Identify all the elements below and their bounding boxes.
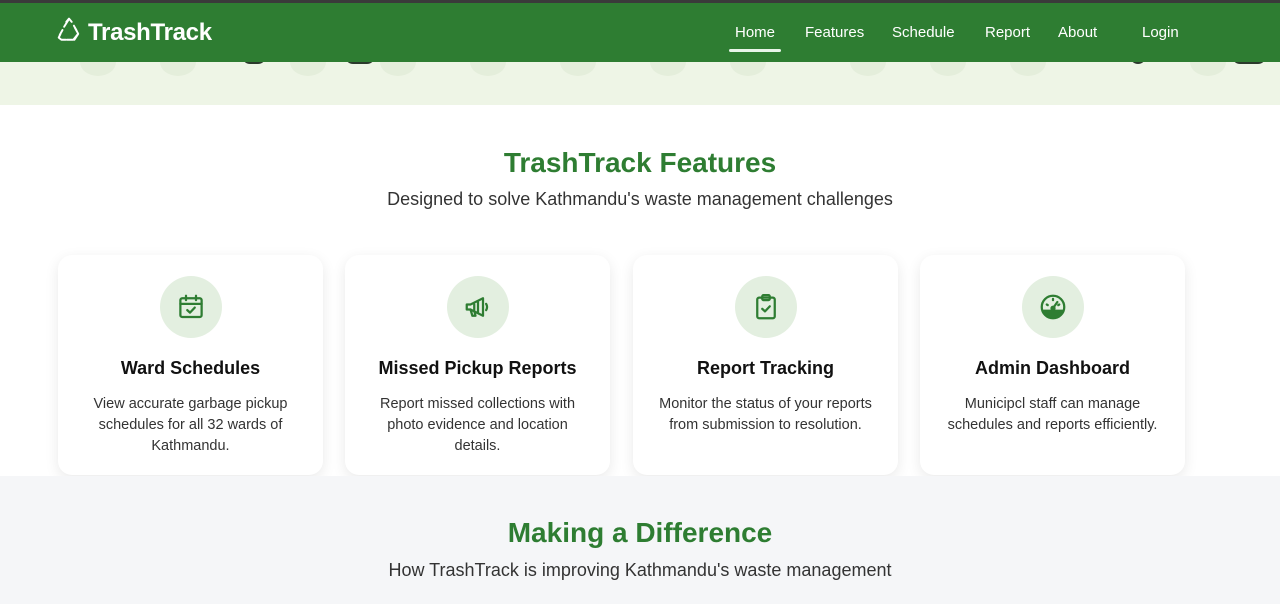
nav-report[interactable]: Report [985, 23, 1030, 43]
nav-features[interactable]: Features [805, 23, 864, 43]
difference-section: Making a Difference How TrashTrack is im… [0, 476, 1280, 604]
card-description: View accurate garbage pickup schedules f… [93, 396, 288, 454]
card-description: Municipcl staff can manage schedules and… [947, 396, 1158, 433]
feature-card-missed-pickup: Missed Pickup Reports Report missed coll… [345, 255, 610, 475]
gauge-icon [1022, 276, 1084, 338]
difference-title: Making a Difference [507, 517, 773, 548]
nav-about[interactable]: About [1058, 23, 1097, 43]
nav-home[interactable]: Home [728, 23, 782, 52]
difference-subtitle: How TrashTrack is improving Kathmandu's … [388, 560, 892, 580]
hero-banner-bottom [0, 62, 1280, 105]
feature-card-report-tracking: Report Tracking Monitor the status of yo… [633, 255, 898, 475]
nav-login[interactable]: Login [1142, 23, 1179, 43]
features-subtitle: Designed to solve Kathmandu's waste mana… [387, 189, 893, 209]
card-title: Ward Schedules [120, 358, 261, 378]
card-description: Report missed collections with photo evi… [379, 396, 576, 454]
megaphone-icon [447, 276, 509, 338]
features-section: TrashTrack Features Designed to solve Ka… [0, 105, 1280, 476]
card-title: Missed Pickup Reports [378, 358, 577, 378]
card-title: Report Tracking [696, 358, 835, 378]
nav-schedule[interactable]: Schedule [892, 23, 955, 43]
clipboard-check-icon [735, 276, 797, 338]
feature-card-admin-dashboard: Admin Dashboard Municipcl staff can mana… [920, 255, 1185, 475]
calendar-check-icon [160, 276, 222, 338]
feature-card-ward-schedules: Ward Schedules View accurate garbage pic… [58, 255, 323, 475]
top-navbar: TrashTrack Home Features Schedule Report… [0, 0, 1280, 62]
card-description: Monitor the status of your reports from … [659, 396, 872, 433]
features-title: TrashTrack Features [503, 147, 777, 178]
main-nav: Home Features Schedule Report About Logi… [0, 3, 1280, 65]
card-title: Admin Dashboard [974, 358, 1130, 378]
